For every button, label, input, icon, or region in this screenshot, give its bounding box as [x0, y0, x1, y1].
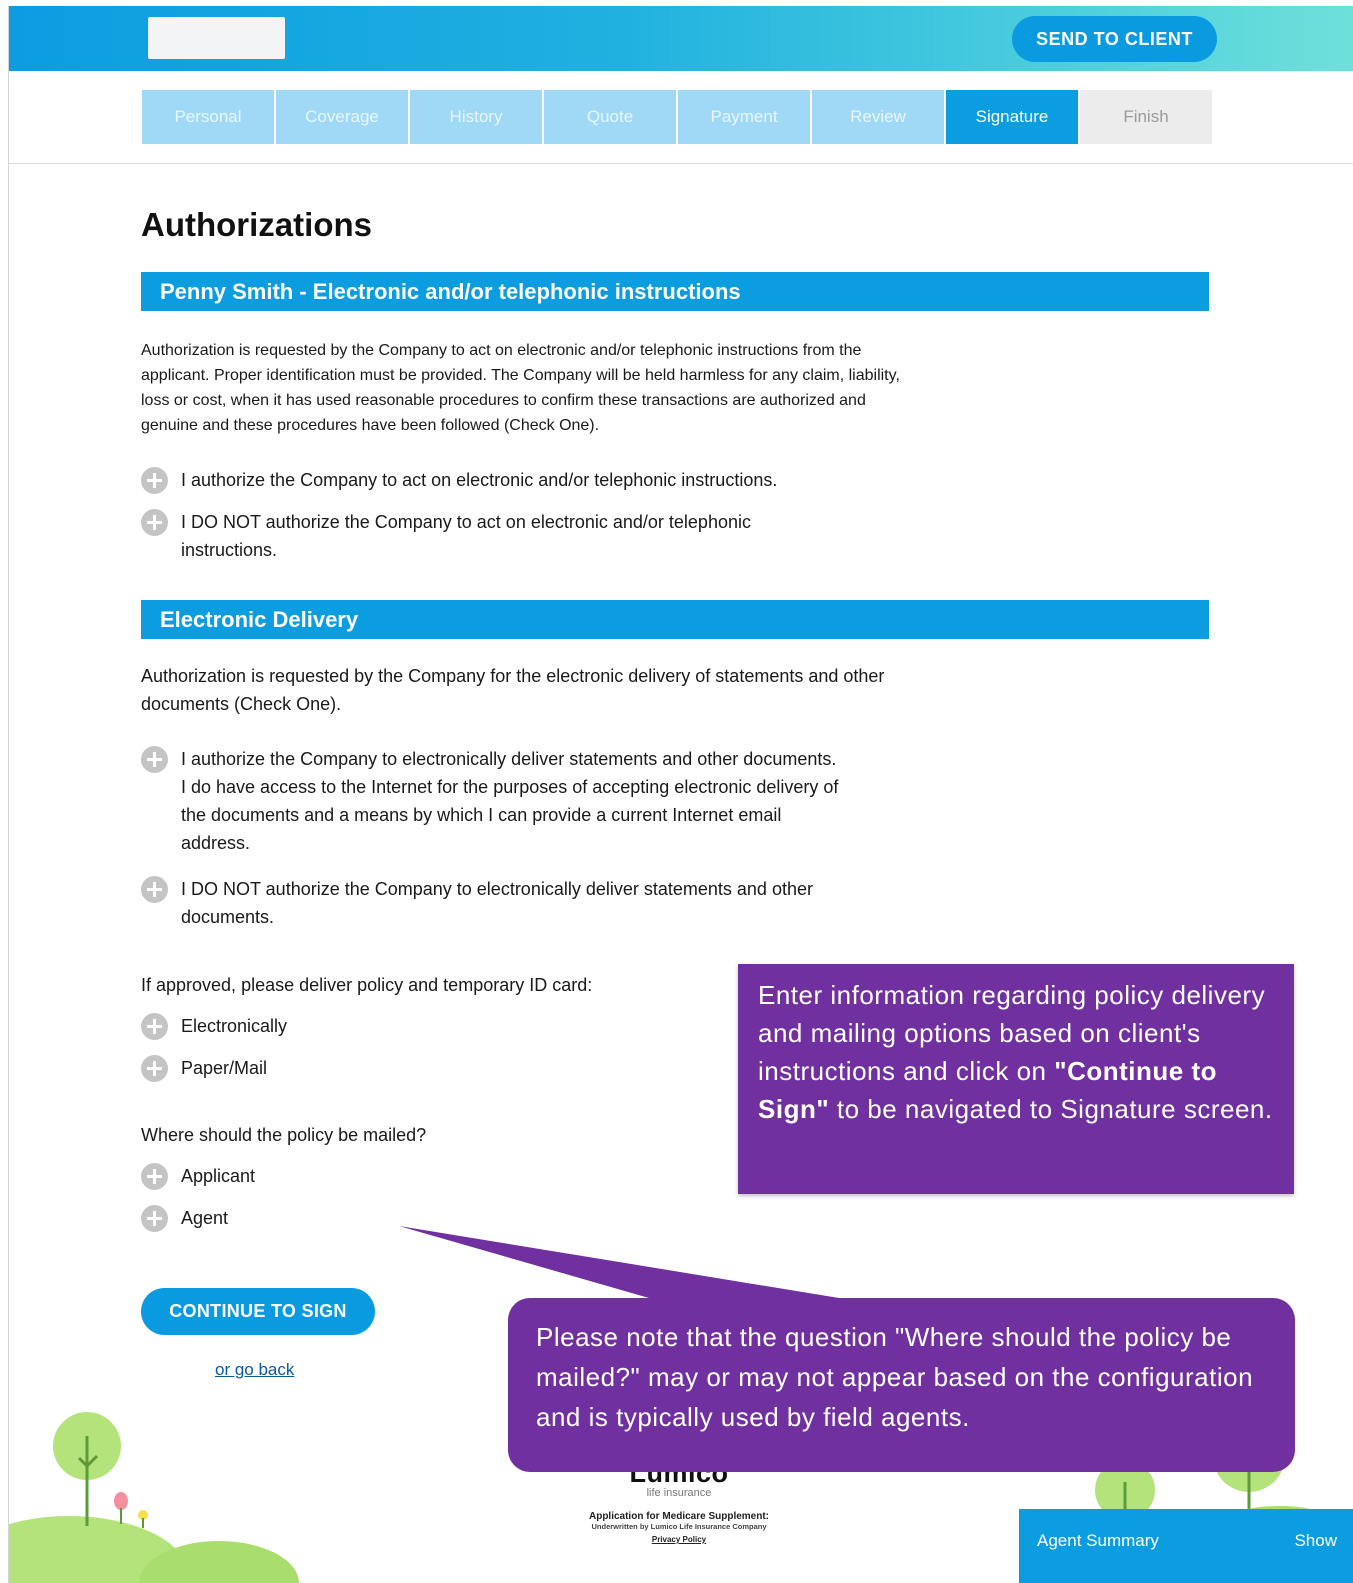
logo-placeholder — [148, 17, 285, 59]
step-personal[interactable]: Personal — [142, 90, 274, 144]
step-quote[interactable]: Quote — [544, 90, 676, 144]
option-label: I DO NOT authorize the Company to act on… — [181, 512, 751, 560]
page-title: Authorizations — [141, 206, 372, 243]
continue-to-sign-button[interactable]: CONTINUE TO SIGN — [141, 1288, 375, 1335]
page-frame: SEND TO CLIENT Personal Coverage History… — [8, 6, 1353, 1583]
section-telephonic-paragraph: Authorization is requested by the Compan… — [141, 342, 900, 434]
option-label: Paper/Mail — [181, 1058, 268, 1078]
option-not-authorize-electronic[interactable]: I DO NOT authorize the Company to electr… — [141, 876, 841, 931]
step-finish[interactable]: Finish — [1080, 90, 1212, 144]
brand-subtitle: life insurance — [646, 1487, 712, 1499]
option-label: Applicant — [181, 1166, 256, 1186]
section-electronic-paragraph: Authorization is requested by the Compan… — [141, 666, 885, 714]
step-signature[interactable]: Signature — [946, 90, 1078, 144]
option-label: I authorize the Company to electronicall… — [181, 749, 839, 853]
tooltip-callout-instructions: Enter information regarding policy deliv… — [738, 964, 1294, 1194]
option-label: I authorize the Company to act on electr… — [181, 470, 778, 490]
callout-text-end: to be navigated to Signature screen. — [829, 1094, 1273, 1124]
header-divider — [9, 163, 1353, 164]
section-electronic-delivery-heading: Electronic Delivery — [141, 600, 1209, 639]
option-authorize-electronic[interactable]: I authorize the Company to electronicall… — [141, 746, 841, 857]
send-to-client-button[interactable]: SEND TO CLIENT — [1012, 16, 1217, 62]
privacy-policy-link[interactable]: Privacy Policy — [549, 1535, 809, 1544]
option-label: Electronically — [181, 1016, 288, 1036]
plus-circle-icon — [141, 1205, 168, 1232]
option-delivery-paper-mail[interactable]: Paper/Mail — [141, 1055, 267, 1082]
plus-circle-icon — [141, 746, 168, 773]
app-header: SEND TO CLIENT — [9, 6, 1353, 71]
option-label: I DO NOT authorize the Company to electr… — [181, 879, 813, 927]
plus-circle-icon — [141, 1055, 168, 1082]
step-coverage[interactable]: Coverage — [276, 90, 408, 144]
option-not-authorize-telephonic[interactable]: I DO NOT authorize the Company to act on… — [141, 509, 821, 564]
step-payment[interactable]: Payment — [678, 90, 810, 144]
option-authorize-telephonic[interactable]: I authorize the Company to act on electr… — [141, 467, 861, 494]
plus-circle-icon — [141, 876, 168, 903]
landscape-illustration — [9, 1412, 299, 1583]
plus-circle-icon — [141, 1163, 168, 1190]
agent-summary-bar[interactable]: Agent Summary Show — [1019, 1509, 1353, 1583]
plus-circle-icon — [141, 509, 168, 536]
plus-circle-icon — [141, 1013, 168, 1040]
tooltip-callout-note: Please note that the question "Where sho… — [508, 1298, 1295, 1472]
step-history[interactable]: History — [410, 90, 542, 144]
underwritten-line: Underwritten by Lumico Life Insurance Co… — [591, 1522, 767, 1531]
option-mail-applicant[interactable]: Applicant — [141, 1163, 255, 1190]
application-line: Application for Medicare Supplement: — [588, 1511, 770, 1522]
option-label: Agent — [181, 1208, 229, 1228]
progress-steps: Personal Coverage History Quote Payment … — [142, 90, 1214, 144]
agent-summary-toggle[interactable]: Show — [1294, 1531, 1337, 1551]
option-delivery-electronically[interactable]: Electronically — [141, 1013, 287, 1040]
agent-summary-label: Agent Summary — [1037, 1531, 1159, 1550]
go-back-link[interactable]: or go back — [215, 1360, 294, 1380]
section-telephonic-heading: Penny Smith - Electronic and/or telephon… — [141, 272, 1209, 311]
option-mail-agent[interactable]: Agent — [141, 1205, 228, 1232]
plus-circle-icon — [141, 467, 168, 494]
step-review[interactable]: Review — [812, 90, 944, 144]
